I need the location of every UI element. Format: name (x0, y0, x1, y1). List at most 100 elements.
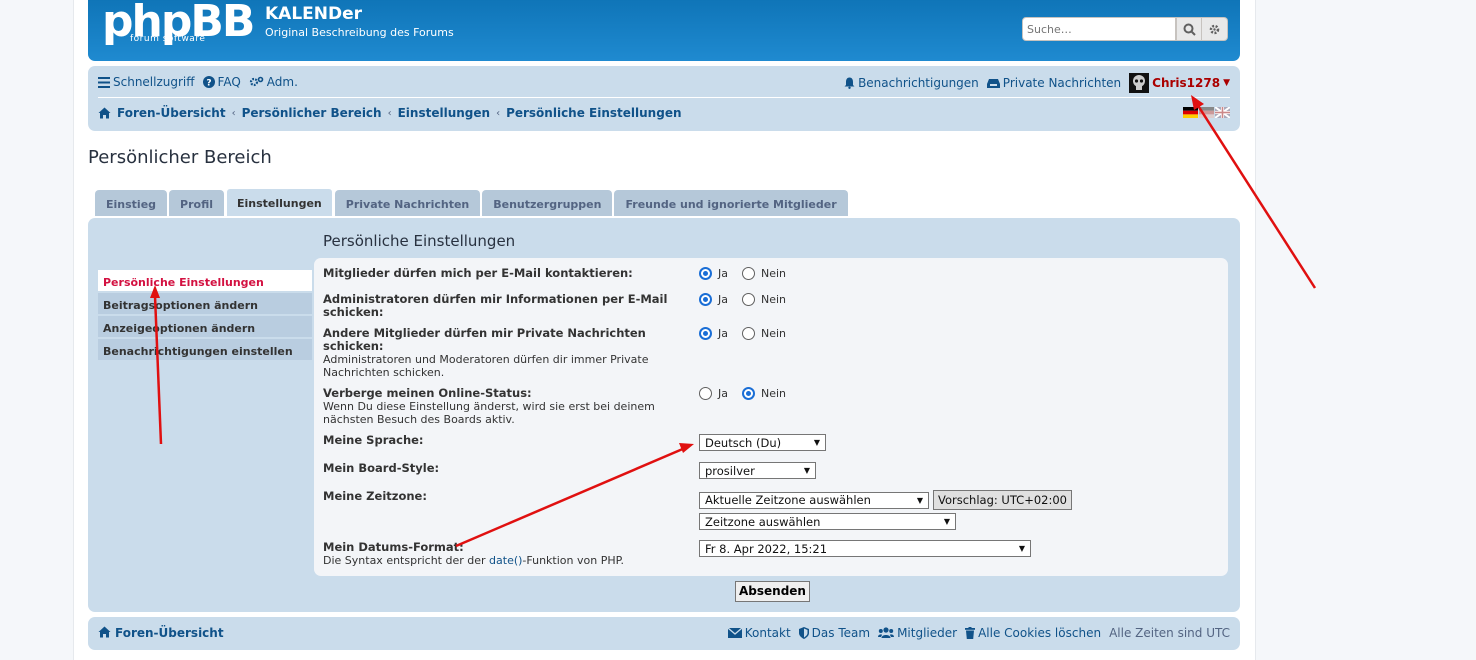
radio-button[interactable] (699, 267, 712, 280)
private-messages-link[interactable]: Private Nachrichten (986, 76, 1121, 90)
contact-label: Kontakt (744, 626, 791, 640)
radio-group: Ja Nein (699, 387, 794, 400)
team-link[interactable]: Das Team (798, 626, 871, 640)
breadcrumb-ucp[interactable]: Persönlicher Bereich (242, 106, 382, 120)
tab-settings[interactable]: Einstellungen (226, 188, 333, 216)
radio-option-no[interactable]: Nein (742, 327, 786, 340)
tab-friends-foes[interactable]: Freunde und ignorierte Mitglieder (614, 190, 848, 216)
form-label: Andere Mitglieder dürfen mir Private Nac… (323, 327, 683, 380)
username: Chris1278 (1152, 76, 1221, 90)
sidebar-item-display-options[interactable]: Anzeigeoptionen ändern (98, 316, 312, 338)
members-link[interactable]: Mitglieder (878, 626, 957, 640)
phpbb-logo[interactable]: phpBB forum software (102, 0, 255, 48)
radio-option-yes[interactable]: Ja (699, 293, 728, 306)
chevron-down-icon: ▼ (916, 495, 923, 505)
acp-link[interactable]: Adm. (249, 75, 298, 89)
radio-option-no[interactable]: Nein (742, 293, 786, 306)
search-button[interactable] (1176, 17, 1202, 41)
quick-links-menu[interactable]: Schnellzugriff (98, 75, 195, 89)
navbar-divider (98, 97, 1230, 98)
quick-links-label: Schnellzugriff (113, 75, 195, 89)
advanced-search-button[interactable] (1202, 17, 1228, 41)
english-flag-icon[interactable] (1215, 107, 1230, 118)
footer-home-link[interactable]: Foren-Übersicht (98, 626, 224, 640)
settings-form: Mitglieder dürfen mich per E-Mail kontak… (314, 258, 1228, 576)
php-date-link[interactable]: date() (489, 554, 522, 567)
radio-label: Nein (761, 327, 787, 340)
header-bar: phpBB forum software KALENDer Original B… (88, 0, 1240, 61)
faq-label: FAQ (217, 75, 241, 89)
radio-label: Ja (718, 293, 728, 306)
breadcrumb-personal-settings[interactable]: Persönliche Einstellungen (506, 106, 681, 120)
chevron-down-icon: ▼ (1018, 544, 1025, 553)
radio-button[interactable] (742, 327, 755, 340)
form-label: Administratoren dürfen mir Informationen… (323, 292, 668, 319)
sidebar-item-post-options[interactable]: Beitragsoptionen ändern (98, 293, 312, 315)
footer-links: Kontakt Das Team Mitglieder Alle Cookies… (727, 626, 1230, 640)
members-label: Mitglieder (897, 626, 958, 640)
dateformat-select[interactable]: Fr 8. Apr 2022, 15:21 ▼ (699, 540, 1031, 557)
search-icon (1183, 23, 1196, 36)
style-select[interactable]: prosilver ▼ (699, 462, 816, 479)
nav-links: Schnellzugriff ? FAQ Adm. (98, 75, 298, 89)
timezone-select[interactable]: Aktuelle Zeitzone auswählen ▼ (699, 491, 929, 509)
radio-group: Ja Nein (699, 327, 794, 340)
tab-profile[interactable]: Profil (169, 190, 224, 216)
bell-icon (844, 77, 855, 89)
trash-icon (965, 627, 976, 639)
radio-button[interactable] (742, 267, 755, 280)
logo-subtitle: forum software (130, 34, 206, 44)
radio-button[interactable] (742, 387, 755, 400)
radio-group: Ja Nein (699, 293, 794, 306)
radio-option-yes[interactable]: Ja (699, 387, 728, 400)
breadcrumb-settings[interactable]: Einstellungen (398, 106, 490, 120)
german-formal-flag-icon[interactable] (1199, 107, 1214, 118)
caret-down-icon: ▼ (1223, 78, 1230, 88)
team-label: Das Team (811, 626, 871, 640)
delete-cookies-label: Alle Cookies löschen (978, 626, 1102, 640)
radio-label: Nein (761, 267, 787, 280)
notifications-link[interactable]: Benachrichtigungen (844, 76, 979, 90)
form-label-explain: Administratoren und Moderatoren dürfen d… (323, 353, 649, 379)
breadcrumb-separator-icon: ‹ (387, 107, 392, 119)
radio-button[interactable] (699, 327, 712, 340)
timezone-suggest-button[interactable]: Vorschlag: UTC+02:00 (933, 490, 1072, 510)
breadcrumb-home[interactable]: Foren-Übersicht (117, 106, 226, 120)
navbar: Schnellzugriff ? FAQ Adm. Benachrichtigu… (88, 66, 1240, 131)
cogs-icon (249, 76, 264, 87)
chevron-down-icon: ▼ (813, 438, 820, 447)
radio-button[interactable] (699, 387, 712, 400)
contact-link[interactable]: Kontakt (727, 626, 791, 640)
tab-usergroups[interactable]: Benutzergruppen (482, 190, 613, 216)
timezone-zone-select[interactable]: Zeitzone auswählen ▼ (699, 513, 956, 530)
faq-link[interactable]: ? FAQ (202, 75, 241, 89)
sidebar-item-notifications[interactable]: Benachrichtigungen einstellen (98, 339, 312, 361)
german-flag-icon[interactable] (1183, 107, 1198, 118)
shield-icon (798, 627, 809, 639)
search-input[interactable] (1022, 17, 1176, 41)
radio-option-yes[interactable]: Ja (699, 327, 728, 340)
radio-button[interactable] (699, 293, 712, 306)
tab-private-messages[interactable]: Private Nachrichten (334, 190, 481, 216)
panel-title: Persönliche Einstellungen (323, 232, 516, 250)
language-select[interactable]: Deutsch (Du) ▼ (699, 434, 826, 451)
svg-text:?: ? (206, 79, 211, 89)
site-title[interactable]: KALENDer (265, 4, 362, 24)
user-menu[interactable]: Chris1278 ▼ (1129, 73, 1230, 93)
style-control: prosilver ▼ (699, 462, 816, 479)
form-label-text: Mein Datums-Format: (323, 540, 464, 554)
radio-button[interactable] (742, 293, 755, 306)
tab-overview[interactable]: Einstieg (95, 190, 168, 216)
chevron-down-icon: ▼ (803, 466, 810, 475)
timezone-zone-control: Zeitzone auswählen ▼ (699, 513, 956, 530)
radio-option-no[interactable]: Nein (742, 267, 786, 280)
radio-option-no[interactable]: Nein (742, 387, 786, 400)
home-icon (98, 626, 111, 638)
radio-option-yes[interactable]: Ja (699, 267, 728, 280)
sidebar-item-personal-settings[interactable]: Persönliche Einstellungen (98, 270, 312, 292)
form-label: Mitglieder dürfen mich per E-Mail kontak… (323, 266, 633, 280)
breadcrumb-separator-icon: ‹ (231, 107, 236, 119)
delete-cookies-link[interactable]: Alle Cookies löschen (965, 626, 1101, 640)
submit-button[interactable]: Absenden (735, 581, 810, 602)
question-circle-icon: ? (202, 76, 215, 89)
